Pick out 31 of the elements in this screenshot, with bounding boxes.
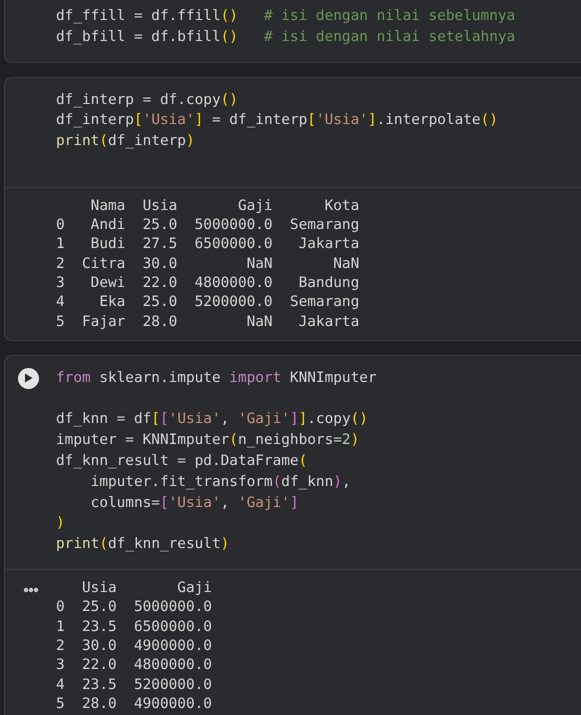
output-line: 1 Budi 27.5 6500000.0 Jakarta [56,235,360,254]
code-line: df_interp['Usia'] = df_interp['Usia'].interpolate() [56,111,498,130]
play-icon [24,373,33,384]
output-line: 1 23.5 6500000.0 [56,618,212,637]
code-line: ) [56,514,65,534]
output-line: 3 Dewi 22.0 4800000.0 Bandung [56,274,360,293]
output-line: 3 22.0 4800000.0 [56,656,212,676]
output-line: 5 Fajar 28.0 NaN Jakarta [56,312,360,332]
output-menu-button[interactable] [23,587,39,594]
output-line: 0 Andi 25.0 5000000.0 Semarang [56,216,360,236]
output-line: Usia Gaji [80,579,212,598]
output-line: 4 Eka 25.0 5200000.0 Semarang [56,293,360,312]
output-line: Nama Usia Gaji Kota [90,196,360,216]
code-line: df_bfill = df.bfill() # isi dengan nilai setelahnya [56,28,516,47]
code-line: imputer = KNNImputer(n_neighbors=2) [56,431,360,450]
output-line: 2 Citra 30.0 NaN NaN [56,254,360,274]
code-line: print(df_knn_result) [56,535,230,554]
output-line: 4 23.5 5200000.0 [56,676,212,695]
code-line: imputer.fit_transform(df_knn), [90,472,351,492]
code-line: from sklearn.impute import KNNImputer [56,368,377,388]
code-line: df_ffill = df.ffill() # isi dengan nilai sebelumnya [56,7,516,26]
run-button[interactable] [18,368,39,389]
output-line: 5 28.0 4900000.0 [56,694,212,714]
output-line: 2 30.0 4900000.0 [56,636,212,656]
code-line: df_interp = df.copy() [56,90,238,110]
code-line: columns=['Usia', 'Gaji'] [90,494,299,513]
code-line: df_knn = df[['Usia', 'Gaji']].copy() [56,410,368,430]
code-line: print(df_interp) [56,132,195,152]
ellipsis-icon [23,587,39,594]
code-line: df_knn_result = pd.DataFrame( [56,452,308,472]
output-line: 0 25.0 5000000.0 [56,598,212,618]
